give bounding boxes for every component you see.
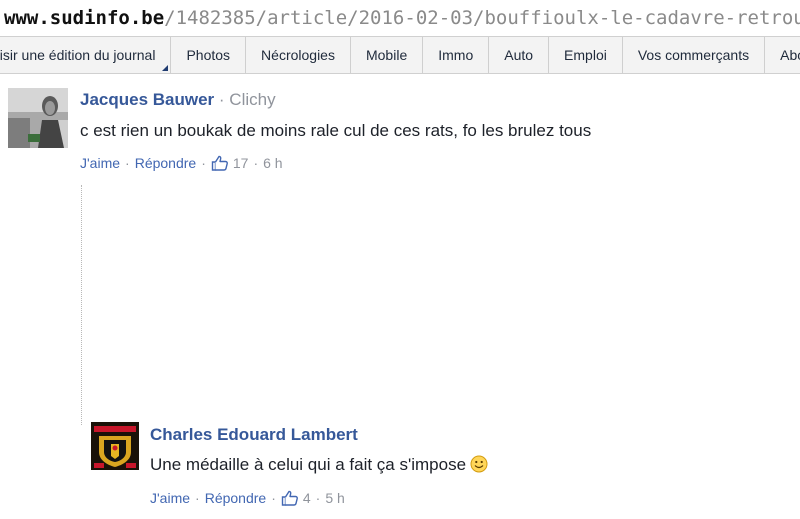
nav-item-edition[interactable]: oisir une édition du journal	[0, 37, 172, 73]
nav-item-emploi[interactable]: Emploi	[549, 37, 623, 73]
author-location: Clichy	[229, 90, 276, 109]
thumbs-up-icon	[211, 155, 228, 171]
separator: ·	[271, 490, 276, 506]
separator: ·	[195, 490, 200, 506]
comment-time[interactable]: 6 h	[263, 155, 282, 171]
author-name[interactable]: Jacques Bauwer	[80, 90, 214, 109]
nav-label: Photos	[186, 47, 231, 63]
like-link[interactable]: J'aime	[80, 155, 120, 171]
nav-label: Abo	[780, 47, 800, 63]
comment-author[interactable]: Jacques Bauwer · Clichy	[80, 90, 276, 110]
nav-item-commercants[interactable]: Vos commerçants	[623, 37, 766, 73]
thumbs-up-icon	[281, 490, 298, 506]
reply-thread-line	[81, 185, 82, 425]
nav-item-necrologies[interactable]: Nécrologies	[246, 37, 351, 73]
comment-actions: J'aime · Répondre · 4 · 5 h	[150, 489, 345, 507]
nav-item-photos[interactable]: Photos	[171, 37, 247, 73]
nav-label: Emploi	[564, 47, 607, 63]
nav-label: Mobile	[365, 47, 408, 63]
separator: ·	[315, 490, 321, 506]
comment-actions: J'aime · Répondre · 17 · 6 h	[80, 154, 283, 172]
nav-label: Auto	[504, 47, 534, 63]
avatar-photo-icon	[8, 88, 68, 148]
comment-author[interactable]: Charles Edouard Lambert	[150, 425, 358, 445]
url-path: /1482385/article/2016-02-03/bouffioulx-l…	[164, 7, 800, 29]
comment-text-content: Une médaille à celui qui a fait ça s'imp…	[150, 455, 467, 474]
reply-link[interactable]: Répondre	[135, 155, 197, 171]
separator: ·	[201, 155, 206, 171]
nav-item-abo[interactable]: Abo	[765, 37, 800, 73]
reply-link[interactable]: Répondre	[205, 490, 267, 506]
comment-text: c est rien un boukak de moins rale cul d…	[80, 121, 592, 140]
dropdown-corner-icon	[162, 65, 169, 71]
nav-item-mobile[interactable]: Mobile	[351, 37, 424, 73]
nav-label: Nécrologies	[261, 47, 335, 63]
author-name[interactable]: Charles Edouard Lambert	[150, 425, 358, 444]
author-location-separator: ·	[214, 90, 230, 109]
avatar[interactable]	[91, 422, 139, 470]
nav-item-immo[interactable]: Immo	[423, 37, 490, 73]
url-host: www.sudinfo.be	[4, 7, 165, 29]
avatar-crest-icon	[91, 422, 139, 470]
like-link[interactable]: J'aime	[150, 490, 190, 506]
separator: ·	[253, 155, 259, 171]
nav-label: oisir une édition du journal	[0, 47, 156, 63]
like-count: 17	[232, 155, 249, 171]
site-nav: oisir une édition du journal Photos Nécr…	[0, 36, 800, 74]
comment-text: Une médaille à celui qui a fait ça s'imp…	[150, 455, 488, 475]
nav-label: Vos commerçants	[637, 47, 750, 63]
comment-time[interactable]: 5 h	[325, 490, 344, 506]
smiley-face-icon	[470, 455, 488, 473]
nav-label: Immo	[438, 47, 474, 63]
nav-item-auto[interactable]: Auto	[489, 37, 550, 73]
like-count: 4	[302, 490, 311, 506]
separator: ·	[125, 155, 130, 171]
avatar[interactable]	[8, 88, 68, 148]
address-bar[interactable]: www.sudinfo.be/1482385/article/2016-02-0…	[0, 0, 800, 36]
